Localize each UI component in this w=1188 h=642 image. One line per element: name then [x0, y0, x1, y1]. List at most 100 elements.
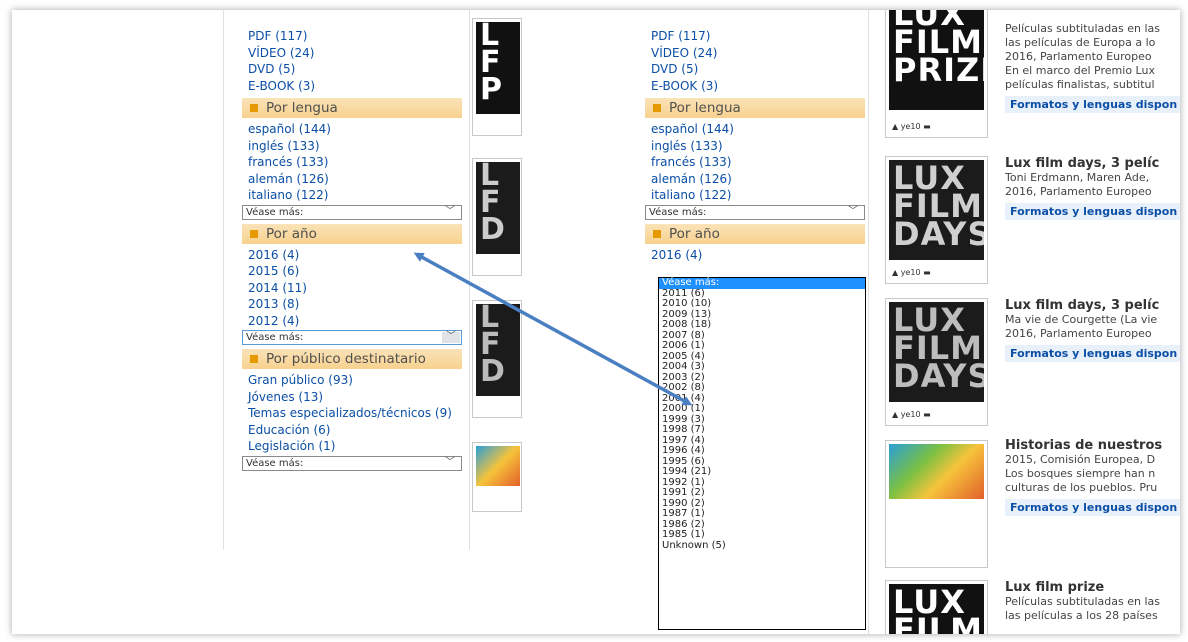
cover-title: LUXFILMPRIZE: [893, 10, 984, 89]
see-more-language-select[interactable]: Véase más: ﹀: [242, 204, 462, 220]
cover-title: LUX FILM DAYS: [893, 160, 984, 253]
result-meta: 2016, Parlamento Europeo: [1005, 185, 1152, 198]
result-description: Toni Erdmann, Maren Ade,: [1005, 171, 1150, 184]
year-dropdown-option[interactable]: Véase más:: [659, 277, 865, 289]
facet-language[interactable]: inglés (133): [242, 138, 462, 155]
facet-sidebar: PDF (117) VÍDEO (24) DVD (5) E-BOOK (3) …: [645, 28, 865, 263]
result-description: Ma vie de Courgette (La vie: [1005, 313, 1158, 326]
facet-header-language: Por lengua: [645, 98, 865, 118]
publication-thumbnail[interactable]: LFP: [472, 18, 522, 136]
result-item: Lux film days, 3 pelíc Toni Erdmann, Mar…: [1005, 156, 1180, 220]
facet-language[interactable]: italiano (122): [645, 187, 865, 204]
year-dropdown-option[interactable]: 2002 (8): [659, 382, 865, 394]
formats-languages-link[interactable]: Formatos y lenguas dispon: [1005, 203, 1180, 220]
result-title[interactable]: Lux film prize: [1005, 580, 1180, 595]
publication-thumbnail[interactable]: LUX FILM DAYS ▲ ye10 ▬: [885, 298, 988, 426]
facet-language[interactable]: alemán (126): [242, 171, 462, 188]
select-value: Véase más:: [246, 332, 304, 343]
result-item: Historias de nuestros 2015, Comisión Eur…: [1005, 438, 1180, 516]
result-title[interactable]: Historias de nuestros: [1005, 438, 1180, 453]
facet-year[interactable]: 2013 (8): [242, 296, 462, 313]
facet-format-ebook[interactable]: E-BOOK (3): [645, 78, 865, 95]
facet-language[interactable]: alemán (126): [645, 171, 865, 188]
facet-header-audience: Por público destinatario: [242, 349, 462, 369]
facet-format-video[interactable]: VÍDEO (24): [645, 45, 865, 62]
publication-thumbnail[interactable]: LFD: [472, 300, 522, 418]
facet-audience[interactable]: Jóvenes (13): [242, 389, 462, 406]
year-dropdown-list[interactable]: Véase más: 2011 (6) 2010 (10) 2009 (13) 2008…: [658, 277, 866, 630]
year-dropdown-option[interactable]: 2010 (10): [659, 298, 865, 310]
cover-image: LUX FILM DAYS: [889, 160, 984, 260]
bullet-square-icon: [250, 104, 258, 112]
publication-thumbnail[interactable]: LFD: [472, 158, 522, 276]
facet-header-label: Por lengua: [669, 100, 741, 116]
ep-logo-icon: ▲ ye10 ▬: [892, 410, 931, 419]
year-dropdown-option[interactable]: 2006 (1): [659, 340, 865, 352]
facet-audience[interactable]: Temas especializados/técnicos (9): [242, 405, 462, 422]
publication-thumbnail[interactable]: [885, 440, 988, 568]
facet-header-year: Por año: [645, 223, 865, 244]
cover-title: LFD: [480, 162, 506, 247]
see-more-audience-select[interactable]: Véase más: ﹀: [242, 455, 462, 471]
facet-language[interactable]: francés (133): [645, 154, 865, 171]
year-dropdown-option[interactable]: 1996 (4): [659, 445, 865, 457]
facet-audience[interactable]: Educación (6): [242, 422, 462, 439]
facet-language[interactable]: español (144): [645, 121, 865, 138]
formats-languages-link[interactable]: Formatos y lenguas dispon: [1005, 499, 1180, 516]
facet-language[interactable]: inglés (133): [645, 138, 865, 155]
publication-thumbnail[interactable]: [472, 442, 522, 512]
facet-format-pdf[interactable]: PDF (117): [242, 28, 462, 45]
year-dropdown-option[interactable]: 2004 (3): [659, 361, 865, 373]
result-description: películas finalistas, subtitul: [1005, 78, 1155, 91]
result-item: Lux film prize Películas subtituladas en…: [1005, 580, 1180, 623]
cover-image: LFD: [476, 162, 520, 254]
year-dropdown-option[interactable]: 2008 (18): [659, 319, 865, 331]
cover-image: LUX FILM: [889, 584, 984, 634]
year-dropdown-option[interactable]: 1991 (2): [659, 487, 865, 499]
publication-thumbnail[interactable]: LUX FILM: [885, 580, 988, 634]
formats-languages-link[interactable]: Formatos y lenguas dispon: [1005, 345, 1180, 362]
year-dropdown-option[interactable]: 1994 (21): [659, 466, 865, 478]
year-dropdown-option[interactable]: Unknown (5): [659, 540, 865, 552]
year-dropdown-option[interactable]: 1985 (1): [659, 529, 865, 541]
bullet-square-icon: [250, 355, 258, 363]
select-value: Véase más:: [246, 457, 304, 469]
year-dropdown-option[interactable]: 2000 (1): [659, 403, 865, 415]
column-divider: [868, 10, 869, 634]
year-dropdown-option[interactable]: 1987 (1): [659, 508, 865, 520]
result-description: las películas a los 28 países: [1005, 609, 1158, 622]
facet-year[interactable]: 2012 (4): [242, 313, 462, 330]
facet-header-label: Por año: [669, 225, 720, 242]
facet-language[interactable]: italiano (122): [242, 187, 462, 204]
result-description: Películas subtituladas en las: [1005, 22, 1161, 35]
facet-header-year: Por año: [242, 223, 462, 244]
facet-audience[interactable]: Gran público (93): [242, 372, 462, 389]
formats-languages-link[interactable]: Formatos y lenguas dispon: [1005, 96, 1180, 113]
publication-thumbnail[interactable]: LUXFILMPRIZE ▲ ye10 ▬: [885, 10, 988, 138]
publication-thumbnail[interactable]: LUX FILM DAYS ▲ ye10 ▬: [885, 156, 988, 284]
see-more-language-select[interactable]: Véase más: ﹀: [645, 204, 865, 220]
chevron-down-icon: ﹀: [442, 332, 460, 343]
cover-title: LFP: [480, 22, 503, 107]
see-more-year-select[interactable]: Véase más: ﹀: [242, 330, 462, 345]
facet-audience[interactable]: Legislación (1): [242, 438, 462, 455]
result-description: Los bosques siempre han n: [1005, 467, 1156, 480]
facet-header-label: Por público destinatario: [266, 351, 426, 367]
facet-language[interactable]: francés (133): [242, 154, 462, 171]
result-item: Películas subtituladas en las las pelícu…: [1005, 22, 1180, 113]
facet-year[interactable]: 2014 (11): [242, 280, 462, 297]
facet-language[interactable]: español (144): [242, 121, 462, 138]
result-title[interactable]: Lux film days, 3 pelíc: [1005, 156, 1180, 171]
result-title[interactable]: Lux film days, 3 pelíc: [1005, 298, 1180, 313]
year-dropdown-option[interactable]: 1998 (7): [659, 424, 865, 436]
facet-format-dvd[interactable]: DVD (5): [645, 61, 865, 78]
facet-format-ebook[interactable]: E-BOOK (3): [242, 78, 462, 95]
facet-year[interactable]: 2015 (6): [242, 263, 462, 280]
facet-year[interactable]: 2016 (4): [645, 247, 865, 264]
facet-year[interactable]: 2016 (4): [242, 247, 462, 264]
left-panel: PDF (117) VÍDEO (24) DVD (5) E-BOOK (3) …: [12, 10, 532, 634]
cover-title: LUX FILM: [893, 584, 983, 634]
facet-format-dvd[interactable]: DVD (5): [242, 61, 462, 78]
facet-format-pdf[interactable]: PDF (117): [645, 28, 865, 45]
facet-format-video[interactable]: VÍDEO (24): [242, 45, 462, 62]
